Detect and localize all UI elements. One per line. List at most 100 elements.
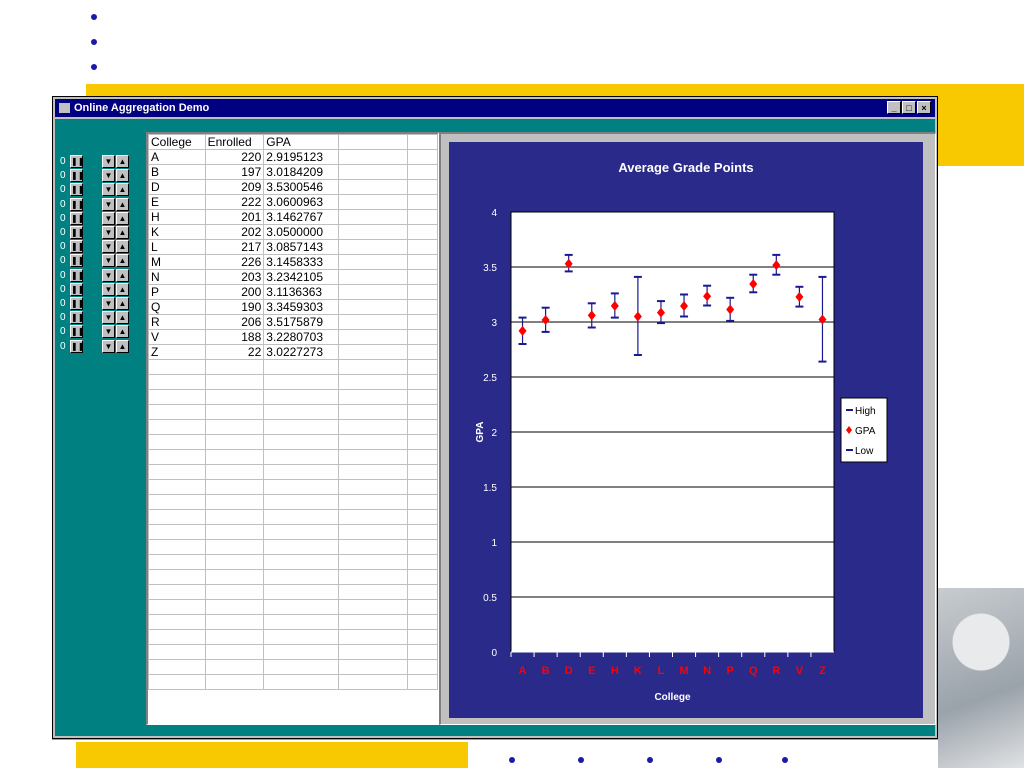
- window-titlebar[interactable]: Online Aggregation Demo _ □ ×: [55, 99, 935, 117]
- table-row[interactable]: [148, 509, 438, 525]
- pause-button[interactable]: ❚❚: [70, 211, 84, 225]
- pause-button[interactable]: ❚❚: [70, 169, 84, 183]
- speed-down-button[interactable]: ▼: [102, 211, 115, 225]
- empty-cell: [337, 584, 408, 600]
- pause-button[interactable]: ❚❚: [70, 226, 84, 239]
- speed-down-button[interactable]: ▼: [102, 339, 115, 353]
- speed-up-button[interactable]: ▲: [116, 197, 129, 211]
- table-row[interactable]: [148, 449, 438, 465]
- table-row[interactable]: [148, 404, 438, 420]
- speed-up-button[interactable]: ▲: [116, 226, 129, 239]
- speed-up-button[interactable]: ▲: [116, 282, 129, 296]
- speed-up-button[interactable]: ▲: [116, 311, 129, 325]
- table-row[interactable]: [148, 539, 438, 555]
- table-row[interactable]: [148, 659, 438, 675]
- row-count-label: 0: [60, 283, 66, 295]
- table-row[interactable]: [148, 524, 438, 540]
- data-grid[interactable]: College Enrolled GPA A 220 2.9195123 B 197 3…: [146, 132, 439, 725]
- close-button[interactable]: ×: [917, 101, 931, 114]
- speed-up-button[interactable]: ▲: [116, 169, 129, 183]
- table-row[interactable]: [148, 644, 438, 660]
- table-row[interactable]: K 202 3.0500000: [148, 224, 438, 240]
- minimize-button[interactable]: _: [887, 101, 901, 114]
- speed-down-button[interactable]: ▼: [102, 325, 115, 339]
- table-row[interactable]: N 203 3.2342105: [148, 269, 438, 285]
- empty-cell: [337, 254, 408, 270]
- table-row[interactable]: D 209 3.5300546: [148, 179, 438, 195]
- college-cell: D: [148, 179, 206, 195]
- speed-down-button[interactable]: ▼: [102, 197, 115, 211]
- table-row[interactable]: E 222 3.0600963: [148, 194, 438, 210]
- table-row[interactable]: P 200 3.1136363: [148, 284, 438, 300]
- speed-down-button[interactable]: ▼: [102, 155, 115, 168]
- speed-down-button[interactable]: ▼: [102, 254, 115, 268]
- table-row[interactable]: [148, 494, 438, 510]
- table-row[interactable]: V 188 3.2280703: [148, 329, 438, 345]
- empty-cell: [263, 539, 339, 555]
- speed-down-button[interactable]: ▼: [102, 240, 115, 254]
- speed-up-button[interactable]: ▲: [116, 325, 129, 339]
- table-row[interactable]: [148, 599, 438, 615]
- speed-down-button[interactable]: ▼: [102, 268, 115, 282]
- speed-up-button[interactable]: ▲: [116, 211, 129, 225]
- table-row[interactable]: [148, 434, 438, 450]
- table-row[interactable]: [148, 614, 438, 630]
- speed-down-button[interactable]: ▼: [102, 169, 115, 183]
- y-tick-label: 3.5: [483, 263, 497, 274]
- table-row[interactable]: [148, 389, 438, 405]
- table-row[interactable]: [148, 554, 438, 570]
- pause-button[interactable]: ❚❚: [70, 297, 84, 310]
- column-header-gpa[interactable]: GPA: [263, 134, 339, 150]
- table-row[interactable]: R 206 3.5175879: [148, 314, 438, 330]
- table-row[interactable]: L 217 3.0857143: [148, 239, 438, 255]
- table-row[interactable]: Z 22 3.0227273: [148, 344, 438, 360]
- slide-accent-block-right: [938, 84, 1024, 166]
- speed-down-button[interactable]: ▼: [102, 282, 115, 296]
- empty-cell: [337, 434, 408, 450]
- speed-down-button[interactable]: ▼: [102, 311, 115, 325]
- speed-up-button[interactable]: ▲: [116, 297, 129, 310]
- pause-button[interactable]: ❚❚: [70, 240, 84, 254]
- speed-up-button[interactable]: ▲: [116, 240, 129, 254]
- table-row[interactable]: [148, 584, 438, 600]
- table-row[interactable]: [148, 674, 438, 690]
- table-row[interactable]: [148, 479, 438, 495]
- maximize-button[interactable]: □: [902, 101, 916, 114]
- speed-down-button[interactable]: ▼: [102, 297, 115, 310]
- table-row[interactable]: A 220 2.9195123: [148, 149, 438, 165]
- x-tick-label: Z: [819, 665, 826, 677]
- speed-down-button[interactable]: ▼: [102, 183, 115, 197]
- speed-up-button[interactable]: ▲: [116, 155, 129, 168]
- table-row[interactable]: [148, 464, 438, 480]
- enrolled-cell: 197: [204, 164, 265, 180]
- pause-button[interactable]: ❚❚: [70, 339, 84, 353]
- college-cell: Q: [148, 299, 206, 315]
- table-row[interactable]: [148, 569, 438, 585]
- pause-button[interactable]: ❚❚: [70, 155, 84, 168]
- pause-button[interactable]: ❚❚: [70, 268, 84, 282]
- speed-up-button[interactable]: ▲: [116, 339, 129, 353]
- table-row[interactable]: Q 190 3.3459303: [148, 299, 438, 315]
- table-row[interactable]: M 226 3.1458333: [148, 254, 438, 270]
- empty-cell: [337, 299, 408, 315]
- column-header-enrolled[interactable]: Enrolled: [204, 134, 265, 150]
- speed-up-button[interactable]: ▲: [116, 183, 129, 197]
- speed-up-button[interactable]: ▲: [116, 254, 129, 268]
- pause-button[interactable]: ❚❚: [70, 254, 84, 268]
- empty-cell: [204, 539, 265, 555]
- table-row[interactable]: [148, 374, 438, 390]
- pause-button[interactable]: ❚❚: [70, 197, 84, 211]
- table-row[interactable]: [148, 359, 438, 375]
- pause-button[interactable]: ❚❚: [70, 183, 84, 197]
- y-axis-label: GPA: [475, 422, 486, 443]
- column-header-college[interactable]: College: [148, 134, 206, 150]
- table-row[interactable]: H 201 3.1462767: [148, 209, 438, 225]
- table-row[interactable]: [148, 629, 438, 645]
- pause-button[interactable]: ❚❚: [70, 325, 84, 339]
- speed-down-button[interactable]: ▼: [102, 226, 115, 239]
- table-row[interactable]: B 197 3.0184209: [148, 164, 438, 180]
- speed-up-button[interactable]: ▲: [116, 268, 129, 282]
- pause-button[interactable]: ❚❚: [70, 311, 84, 325]
- table-row[interactable]: [148, 419, 438, 435]
- pause-button[interactable]: ❚❚: [70, 282, 84, 296]
